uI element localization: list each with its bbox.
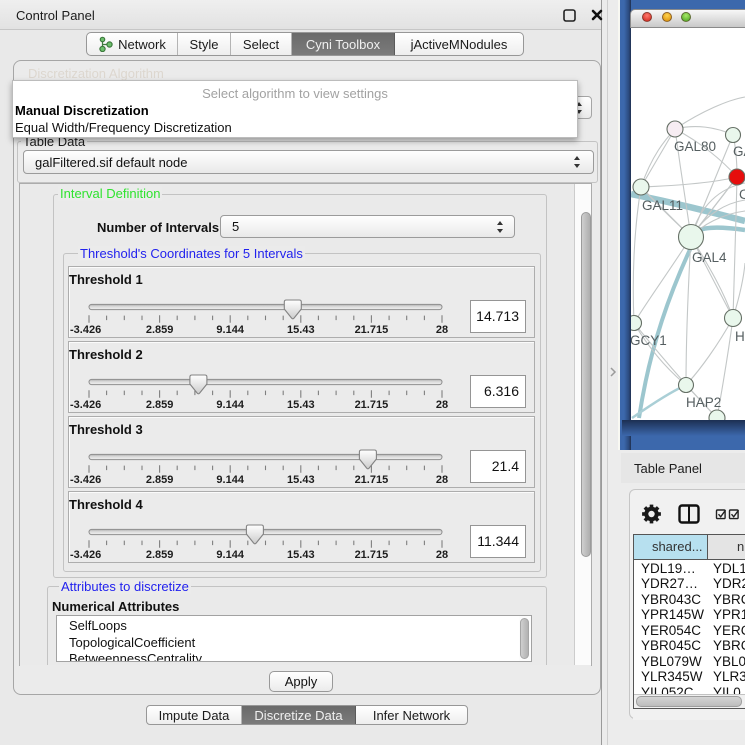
svg-text:15.43: 15.43: [287, 474, 315, 486]
svg-text:2.859: 2.859: [146, 324, 174, 336]
svg-text:21.715: 21.715: [355, 549, 389, 561]
svg-text:15.43: 15.43: [287, 399, 315, 411]
svg-text:21.715: 21.715: [355, 474, 389, 486]
svg-text:2.859: 2.859: [146, 549, 174, 561]
svg-text:-3.426: -3.426: [70, 549, 101, 561]
svg-text:-3.426: -3.426: [70, 474, 101, 486]
svg-text:GCY1: GCY1: [631, 333, 667, 348]
svg-text:2.859: 2.859: [146, 399, 174, 411]
svg-text:HAP2: HAP2: [686, 395, 721, 410]
svg-text:21.715: 21.715: [355, 399, 389, 411]
svg-text:GAL80: GAL80: [674, 139, 716, 154]
svg-text:GAL11: GAL11: [642, 198, 683, 213]
svg-text:9.144: 9.144: [216, 474, 244, 486]
svg-text:15.43: 15.43: [287, 549, 315, 561]
svg-text:HI: HI: [735, 329, 745, 344]
svg-text:GAL: GAL: [733, 144, 745, 159]
svg-text:GAL4: GAL4: [692, 250, 727, 265]
svg-text:21.715: 21.715: [355, 324, 389, 336]
svg-text:9.144: 9.144: [216, 399, 244, 411]
svg-text:-3.426: -3.426: [70, 399, 101, 411]
svg-text:C: C: [739, 187, 745, 202]
svg-text:28: 28: [436, 324, 448, 336]
svg-text:9.144: 9.144: [216, 324, 244, 336]
svg-text:28: 28: [436, 399, 448, 411]
svg-text:28: 28: [436, 549, 448, 561]
svg-text:15.43: 15.43: [287, 324, 315, 336]
svg-text:9.144: 9.144: [216, 549, 244, 561]
svg-text:-3.426: -3.426: [70, 324, 101, 336]
svg-text:28: 28: [436, 474, 448, 486]
svg-text:2.859: 2.859: [146, 474, 174, 486]
